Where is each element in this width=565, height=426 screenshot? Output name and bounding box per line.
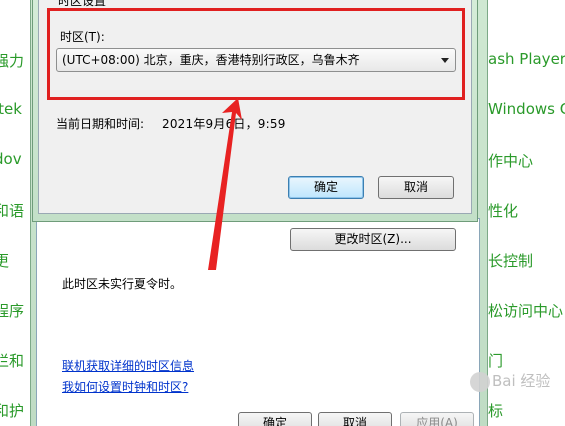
control-panel-item[interactable]: 长控制 (488, 250, 533, 271)
control-panel-item[interactable]: 和语 (0, 200, 24, 221)
control-panel-item[interactable]: 程序 (0, 300, 24, 321)
control-panel-item[interactable]: 标 (488, 400, 503, 421)
control-panel-item[interactable]: 和护 (0, 400, 24, 421)
control-panel-item[interactable]: 性化 (488, 200, 518, 221)
timezone-dropdown[interactable]: (UTC+08:00) 北京，重庆，香港特别行政区，乌鲁木齐 (56, 48, 456, 72)
baidu-watermark: Bai 经验 (470, 370, 550, 392)
how-to-set-clock-link[interactable]: 我如何设置时钟和时区? (62, 378, 188, 395)
current-datetime-label: 当前日期和时间: (56, 117, 145, 131)
control-panel-item[interactable]: ltek (0, 100, 22, 118)
control-panel-item[interactable]: 栏和 (0, 350, 24, 371)
control-panel-item[interactable]: dov (0, 150, 22, 168)
control-panel-item[interactable]: 松访问中心 (488, 300, 563, 321)
timezone-label: 时区(T): (60, 30, 105, 44)
watermark-text: Bai 经验 (492, 372, 551, 390)
timezone-selected-value: (UTC+08:00) 北京，重庆，香港特别行政区，乌鲁木齐 (62, 53, 360, 67)
control-panel-item[interactable]: 强力 (0, 50, 24, 71)
parent-cancel-button[interactable]: 取消 (318, 412, 392, 426)
parent-apply-button[interactable]: 应用(A) (400, 412, 474, 426)
dialog-group-title: 时区设置 (58, 0, 107, 8)
current-datetime-value: 2021年9月6日，9:59 (162, 117, 286, 131)
control-panel-item[interactable]: 作中心 (488, 150, 533, 171)
change-timezone-button[interactable]: 更改时区(Z)... (290, 228, 456, 251)
control-panel-item[interactable]: Windows Ca (488, 100, 565, 118)
control-panel-item[interactable]: 更 (0, 250, 9, 271)
chevron-down-icon (441, 58, 449, 63)
dst-info-text: 此时区未实行夏令时。 (62, 277, 183, 291)
control-panel-item[interactable]: 门 (488, 350, 503, 371)
control-panel-right-column: ash Player Windows Ca 作中心 性化 长控制 松访问中心 门… (480, 0, 565, 426)
control-panel-item[interactable]: ash Player (488, 50, 565, 68)
online-timezone-info-link[interactable]: 联机获取详细的时区信息 (62, 357, 194, 374)
parent-ok-button[interactable]: 确定 (238, 412, 312, 426)
paw-icon (470, 371, 490, 392)
ok-button[interactable]: 确定 (288, 176, 364, 199)
cancel-button[interactable]: 取消 (378, 176, 454, 199)
